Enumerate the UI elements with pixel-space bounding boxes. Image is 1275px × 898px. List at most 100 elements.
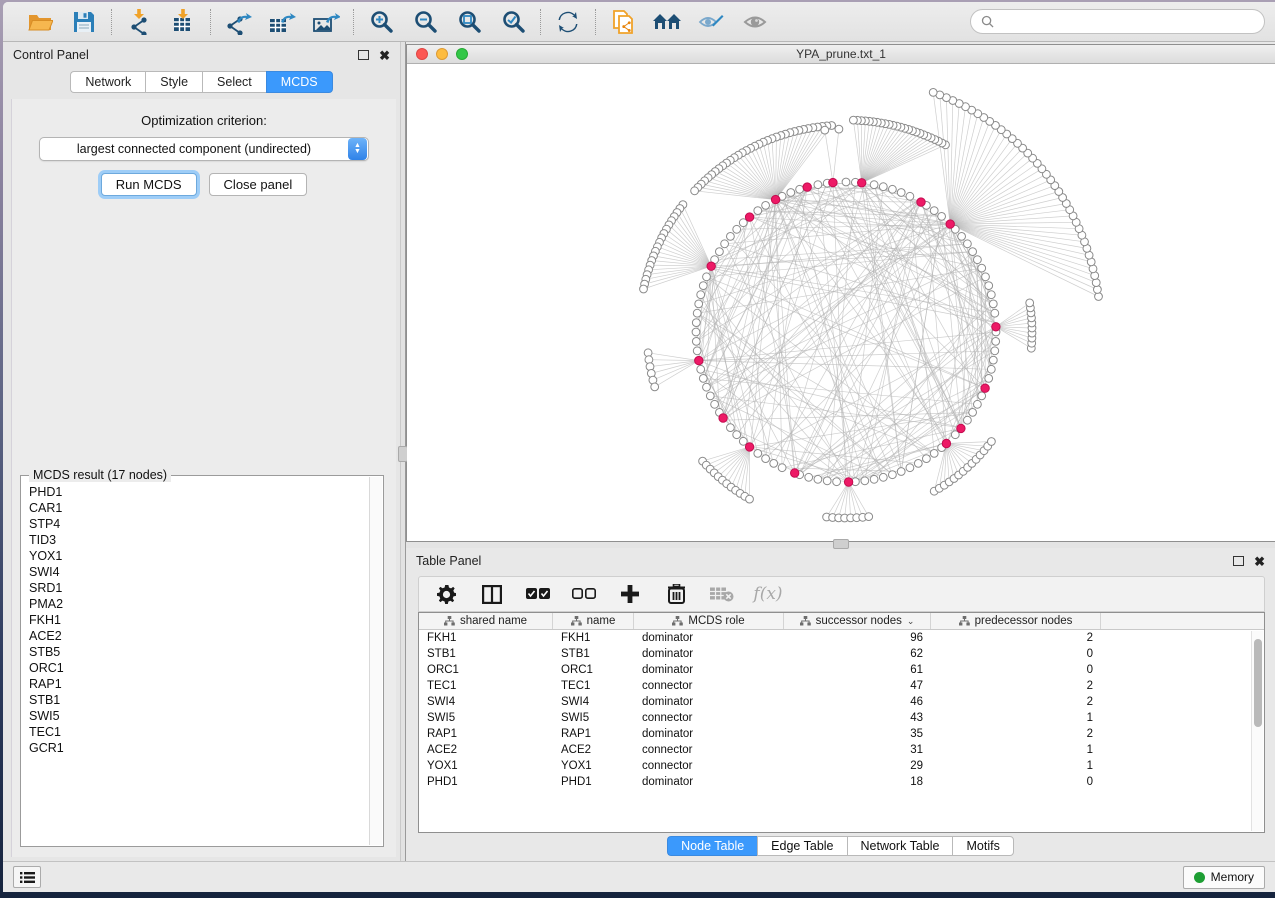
mcds-hub-node[interactable] (992, 323, 1000, 331)
network-node[interactable] (938, 213, 946, 221)
network-node[interactable] (906, 192, 914, 200)
table-cell[interactable]: ACE2 (553, 744, 634, 756)
network-node[interactable] (889, 471, 897, 479)
close-panel-icon[interactable]: ✖ (379, 49, 390, 62)
network-node[interactable] (850, 116, 858, 124)
table-row[interactable]: ACE2ACE2connector311 (419, 742, 1264, 758)
table-cell[interactable]: 31 (784, 744, 931, 756)
result-node-item[interactable]: PMA2 (29, 596, 363, 612)
network-node[interactable] (733, 431, 741, 439)
tab-motifs[interactable]: Motifs (952, 836, 1013, 856)
table-cell[interactable]: RAP1 (553, 728, 634, 740)
export-table-icon[interactable] (267, 8, 297, 36)
network-node[interactable] (964, 240, 972, 248)
mcds-hub-node[interactable] (942, 439, 950, 447)
export-image-icon[interactable] (311, 8, 341, 36)
result-node-item[interactable]: SWI4 (29, 564, 363, 580)
table-cell[interactable]: 46 (784, 696, 931, 708)
zoom-fit-icon[interactable] (454, 8, 484, 36)
network-node[interactable] (770, 460, 778, 468)
table-cell[interactable]: dominator (634, 696, 784, 708)
network-node[interactable] (991, 309, 999, 317)
table-cell[interactable]: ACE2 (419, 744, 553, 756)
criterion-select[interactable]: largest connected component (undirected)… (39, 137, 369, 161)
table-row[interactable]: PHD1PHD1dominator180 (419, 774, 1264, 790)
tab-network-table[interactable]: Network Table (847, 836, 953, 856)
tab-select[interactable]: Select (202, 71, 266, 93)
table-cell[interactable]: ORC1 (553, 664, 634, 676)
network-node[interactable] (814, 475, 822, 483)
float-panel-icon[interactable] (1233, 556, 1244, 566)
network-node[interactable] (821, 126, 829, 134)
table-row[interactable]: SWI5SWI5connector431 (419, 710, 1264, 726)
table-cell[interactable]: 96 (784, 632, 931, 644)
result-node-item[interactable]: CAR1 (29, 500, 363, 516)
network-node[interactable] (805, 473, 813, 481)
deselect-all-icon[interactable] (571, 582, 597, 606)
network-node[interactable] (754, 450, 762, 458)
zoom-out-icon[interactable] (410, 8, 440, 36)
table-cell[interactable]: dominator (634, 632, 784, 644)
network-node[interactable] (693, 347, 701, 355)
table-cell[interactable]: FKH1 (419, 632, 553, 644)
vertical-splitter[interactable] (400, 42, 406, 861)
network-node[interactable] (651, 383, 659, 391)
table-cell[interactable]: 0 (931, 664, 1101, 676)
add-column-icon[interactable] (617, 582, 643, 606)
tab-mcds[interactable]: MCDS (266, 71, 333, 93)
network-node[interactable] (992, 338, 1000, 346)
table-cell[interactable]: 1 (931, 744, 1101, 756)
result-node-item[interactable]: GCR1 (29, 740, 363, 756)
refresh-icon[interactable] (553, 8, 583, 36)
table-cell[interactable]: dominator (634, 664, 784, 676)
table-cell[interactable]: SWI4 (419, 696, 553, 708)
table-cell[interactable]: STB1 (553, 648, 634, 660)
table-cell[interactable]: RAP1 (419, 728, 553, 740)
mcds-hub-node[interactable] (829, 178, 837, 186)
hide-selected-icon[interactable] (696, 8, 726, 36)
network-node[interactable] (865, 513, 873, 521)
result-node-item[interactable]: TEC1 (29, 724, 363, 740)
mcds-hub-node[interactable] (803, 183, 811, 191)
result-node-item[interactable]: STP4 (29, 516, 363, 532)
table-cell[interactable]: ORC1 (419, 664, 553, 676)
network-node[interactable] (796, 185, 804, 193)
network-node[interactable] (754, 207, 762, 215)
result-node-item[interactable]: ACE2 (29, 628, 363, 644)
network-node[interactable] (969, 409, 977, 417)
mcds-hub-node[interactable] (707, 262, 715, 270)
network-node[interactable] (823, 477, 831, 485)
network-node[interactable] (870, 181, 878, 189)
run-mcds-button[interactable]: Run MCDS (101, 173, 197, 196)
table-cell[interactable]: 2 (931, 680, 1101, 692)
network-node[interactable] (692, 338, 700, 346)
network-node[interactable] (1092, 279, 1100, 287)
network-node[interactable] (989, 356, 997, 364)
tab-style[interactable]: Style (145, 71, 202, 93)
network-node[interactable] (889, 185, 897, 193)
network-node[interactable] (693, 309, 701, 317)
save-icon[interactable] (69, 8, 99, 36)
network-node[interactable] (861, 477, 869, 485)
network-node[interactable] (727, 233, 735, 241)
zoom-selected-icon[interactable] (498, 8, 528, 36)
mcds-hub-node[interactable] (745, 443, 753, 451)
network-node[interactable] (929, 89, 937, 97)
network-canvas[interactable] (407, 64, 1275, 541)
table-cell[interactable]: PHD1 (553, 776, 634, 788)
network-node[interactable] (914, 460, 922, 468)
network-node[interactable] (703, 273, 711, 281)
float-panel-icon[interactable] (358, 50, 369, 60)
network-node[interactable] (985, 375, 993, 383)
network-node[interactable] (958, 233, 966, 241)
import-network-icon[interactable] (124, 8, 154, 36)
gear-icon[interactable] (433, 582, 459, 606)
network-node[interactable] (699, 375, 707, 383)
mcds-hub-node[interactable] (957, 424, 965, 432)
table-cell[interactable]: STB1 (419, 648, 553, 660)
network-node[interactable] (897, 468, 905, 476)
table-cell[interactable]: 2 (931, 696, 1101, 708)
tab-node-table[interactable]: Node Table (667, 836, 757, 856)
network-node[interactable] (733, 225, 741, 233)
table-cell[interactable]: 29 (784, 760, 931, 772)
